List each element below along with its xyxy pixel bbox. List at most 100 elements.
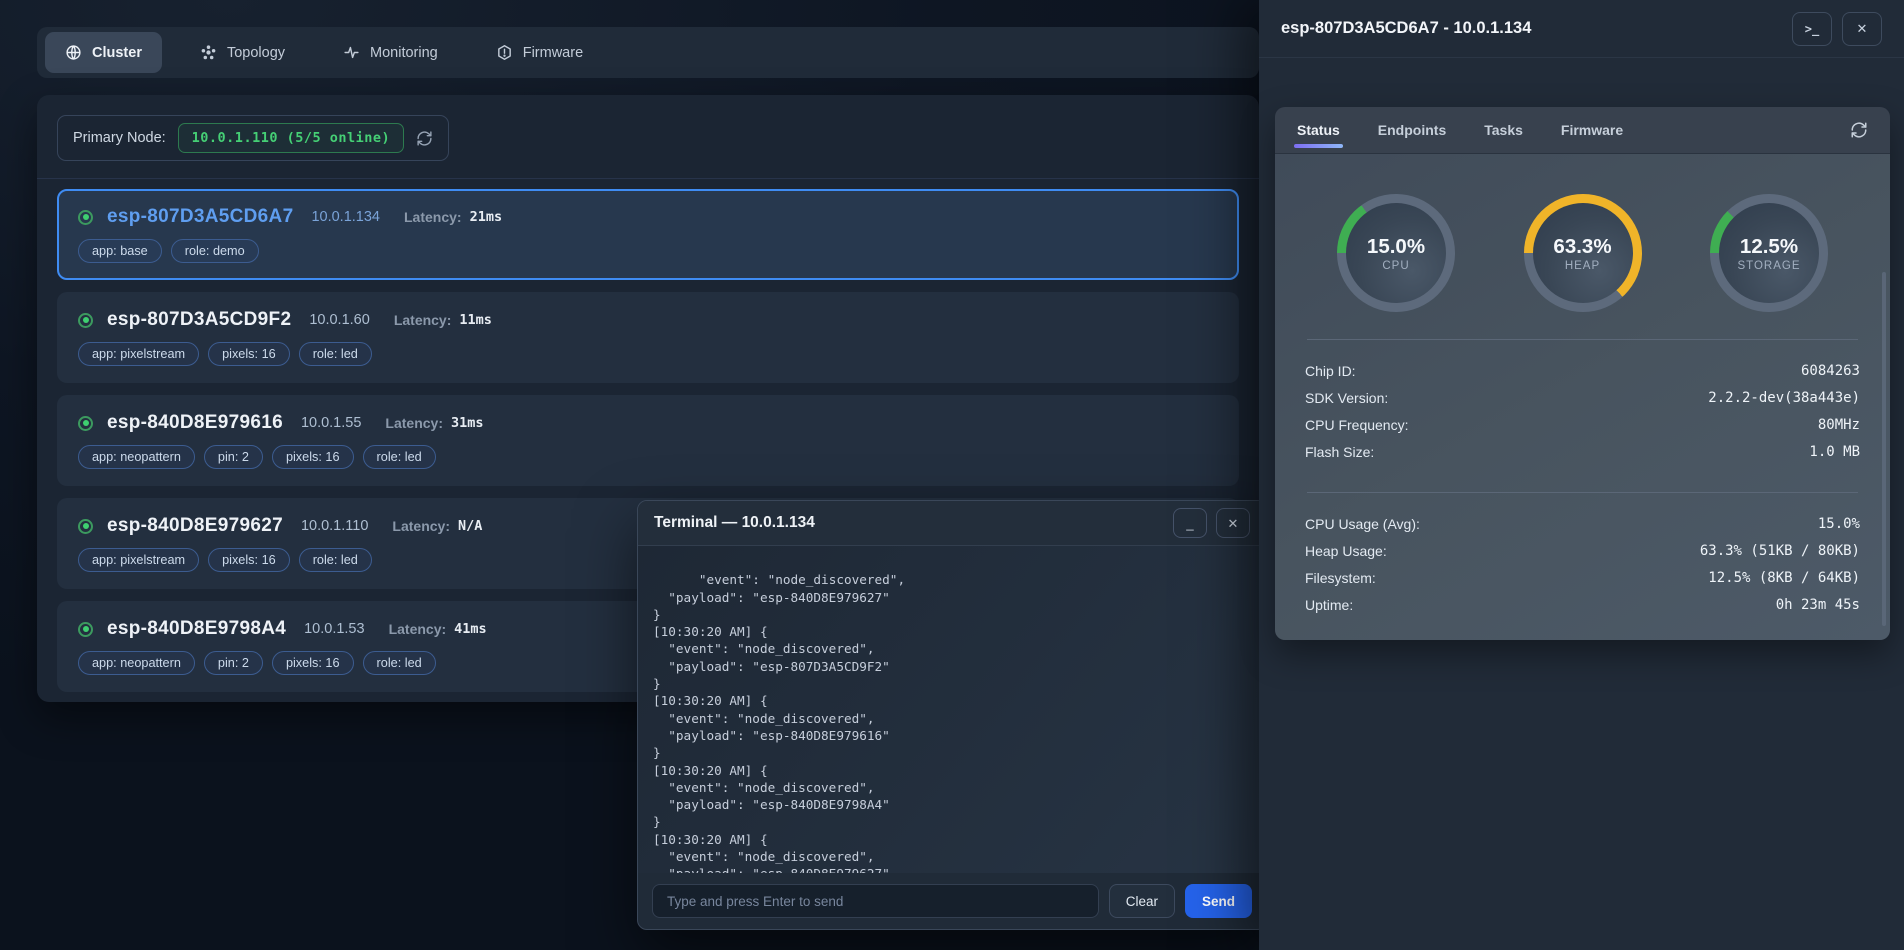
panel-refresh-icon[interactable] bbox=[1850, 121, 1868, 139]
node-row-main-line: esp-840D8E97961610.0.1.55Latency:31ms bbox=[78, 412, 1218, 434]
detail-row: Flash Size:1.0 MB bbox=[1305, 438, 1860, 465]
nav-tab-label: Topology bbox=[227, 45, 285, 61]
firmware-icon bbox=[496, 44, 513, 61]
node-row[interactable]: esp-840D8E97961610.0.1.55Latency:31msapp… bbox=[57, 395, 1239, 486]
detail-value: 2.2.2-dev(38a443e) bbox=[1708, 390, 1860, 406]
node-row-main-line: esp-807D3A5CD6A710.0.1.134Latency:21ms bbox=[78, 206, 1218, 228]
detail-value: 12.5% (8KB / 64KB) bbox=[1708, 570, 1860, 586]
node-ip: 10.0.1.110 bbox=[301, 518, 368, 534]
node-tag: role: led bbox=[363, 445, 436, 469]
status-online-dot bbox=[78, 313, 93, 328]
divider bbox=[1307, 492, 1858, 493]
tab-status[interactable]: Status bbox=[1297, 107, 1340, 153]
node-tags: app: neopatternpin: 2pixels: 16role: led bbox=[78, 445, 1218, 469]
nav-tab-topology[interactable]: Topology bbox=[180, 32, 305, 73]
latency-value: N/A bbox=[458, 518, 482, 534]
terminal-clear-button[interactable]: Clear bbox=[1109, 884, 1175, 918]
node-ip: 10.0.1.55 bbox=[301, 415, 361, 431]
gauge-label: HEAP bbox=[1565, 260, 1600, 272]
detail-label: CPU Usage (Avg): bbox=[1305, 516, 1420, 532]
top-nav: Cluster Topology Monitoring Firmware bbox=[37, 27, 1259, 78]
panel-header: esp-807D3A5CD6A7 - 10.0.1.134 >_ ✕ bbox=[1259, 0, 1904, 58]
terminal-minimize-button[interactable]: _ bbox=[1173, 508, 1207, 538]
detail-value: 63.3% (51KB / 80KB) bbox=[1700, 543, 1860, 559]
gauge-label: STORAGE bbox=[1737, 260, 1800, 272]
detail-row: Uptime:0h 23m 45s bbox=[1305, 591, 1860, 618]
cluster-icon bbox=[65, 44, 82, 61]
node-tag: app: base bbox=[78, 239, 162, 263]
nav-tab-cluster[interactable]: Cluster bbox=[45, 32, 162, 73]
detail-row: Filesystem:12.5% (8KB / 64KB) bbox=[1305, 564, 1860, 591]
detail-label: CPU Frequency: bbox=[1305, 417, 1408, 433]
terminal-send-button[interactable]: Send bbox=[1185, 884, 1252, 918]
nav-tab-monitoring[interactable]: Monitoring bbox=[323, 32, 458, 73]
latency-value: 41ms bbox=[454, 621, 487, 637]
refresh-icon[interactable] bbox=[416, 130, 433, 147]
terminal-log-text: "event": "node_discovered", "payload": "… bbox=[653, 572, 905, 873]
terminal-output[interactable]: "event": "node_discovered", "payload": "… bbox=[638, 546, 1266, 873]
divider bbox=[1307, 339, 1858, 340]
node-name: esp-840D8E979616 bbox=[107, 412, 283, 434]
latency-label: Latency: bbox=[389, 621, 447, 637]
detail-value: 15.0% bbox=[1818, 516, 1860, 532]
nav-tab-label: Monitoring bbox=[370, 45, 438, 61]
tab-tasks[interactable]: Tasks bbox=[1484, 107, 1523, 153]
node-tag: role: led bbox=[363, 651, 436, 675]
node-row[interactable]: esp-807D3A5CD9F2 10.0.1.60 Latency: 11ms app… bbox=[57, 292, 1239, 383]
terminal-command-input[interactable] bbox=[652, 884, 1099, 918]
primary-node-badge: 10.0.1.110 (5/5 online) bbox=[178, 123, 404, 153]
node-tag: pixels: 16 bbox=[272, 651, 354, 675]
node-row-main-line: esp-807D3A5CD9F2 10.0.1.60 Latency: 11ms bbox=[78, 309, 1218, 331]
node-tag: role: led bbox=[299, 342, 372, 366]
nav-tab-label: Cluster bbox=[92, 45, 142, 61]
tab-firmware[interactable]: Firmware bbox=[1561, 107, 1623, 153]
nav-tab-label: Firmware bbox=[523, 45, 583, 61]
terminal-close-button[interactable]: ✕ bbox=[1216, 508, 1250, 538]
latency-label: Latency: bbox=[392, 518, 450, 534]
panel-scrollbar-thumb[interactable] bbox=[1882, 272, 1886, 626]
node-tag: pixels: 16 bbox=[272, 445, 354, 469]
node-ip: 10.0.1.60 bbox=[309, 312, 369, 328]
panel-tab-bar: Status Endpoints Tasks Firmware bbox=[1275, 107, 1890, 154]
detail-row: SDK Version:2.2.2-dev(38a443e) bbox=[1305, 384, 1860, 411]
gauge-cpu: 15.0%CPU bbox=[1337, 194, 1455, 312]
detail-row: Heap Usage: 63.3% (51KB / 80KB) bbox=[1305, 537, 1860, 564]
node-tag: app: pixelstream bbox=[78, 342, 199, 366]
detail-label: Uptime: bbox=[1305, 597, 1353, 613]
nav-tab-firmware[interactable]: Firmware bbox=[476, 32, 603, 73]
tab-endpoints[interactable]: Endpoints bbox=[1378, 107, 1446, 153]
detail-label: Heap Usage: bbox=[1305, 543, 1387, 559]
detail-row: Chip ID:6084263 bbox=[1305, 357, 1860, 384]
latency-value: 11ms bbox=[459, 312, 492, 328]
node-tag: role: led bbox=[299, 548, 372, 572]
panel-close-button[interactable]: ✕ bbox=[1842, 12, 1882, 46]
node-tags: app: pixelstreampixels: 16role: led bbox=[78, 342, 1218, 366]
status-online-dot bbox=[78, 210, 93, 225]
latency-label: Latency: bbox=[394, 312, 452, 328]
detail-label: Chip ID: bbox=[1305, 363, 1356, 379]
panel-terminal-button[interactable]: >_ bbox=[1792, 12, 1832, 46]
node-ip: 10.0.1.134 bbox=[311, 209, 380, 225]
node-name: esp-807D3A5CD9F2 bbox=[107, 309, 291, 331]
node-tag: pin: 2 bbox=[204, 651, 263, 675]
node-tag: pixels: 16 bbox=[208, 548, 290, 572]
gauge-storage: 12.5%STORAGE bbox=[1710, 194, 1828, 312]
status-online-dot bbox=[78, 519, 93, 534]
usage-info-list: CPU Usage (Avg): 15.0% Heap Usage: 63.3% (5… bbox=[1305, 510, 1860, 618]
gauge-value: 12.5% bbox=[1740, 235, 1798, 259]
node-name: esp-840D8E9798A4 bbox=[107, 618, 286, 640]
monitoring-icon bbox=[343, 44, 360, 61]
node-ip: 10.0.1.53 bbox=[304, 621, 364, 637]
gauge-value: 15.0% bbox=[1367, 235, 1425, 259]
node-name: esp-840D8E979627 bbox=[107, 515, 283, 537]
latency-value: 21ms bbox=[470, 209, 503, 225]
gauge-center: 12.5%STORAGE bbox=[1719, 203, 1819, 303]
node-row[interactable]: esp-807D3A5CD6A710.0.1.134Latency:21msap… bbox=[57, 189, 1239, 280]
node-detail-panel: esp-807D3A5CD6A7 - 10.0.1.134 >_ ✕ Statu… bbox=[1259, 0, 1904, 950]
node-tag: app: pixelstream bbox=[78, 548, 199, 572]
gauge-label: CPU bbox=[1382, 260, 1409, 272]
latency-label: Latency: bbox=[404, 209, 462, 225]
terminal-title: Terminal — 10.0.1.134 bbox=[654, 514, 815, 532]
topology-icon bbox=[200, 44, 217, 61]
status-online-dot bbox=[78, 622, 93, 637]
